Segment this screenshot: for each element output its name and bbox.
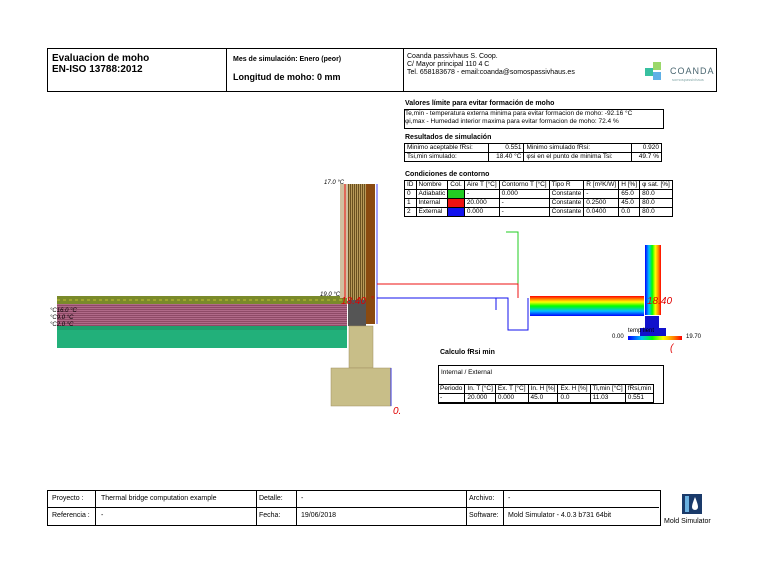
isotherm-label-16: °C16.0 °C [50,308,77,314]
isotherm-label-9: °C9.0 °C [50,315,74,321]
column-header: Periodo [438,384,466,394]
software-label: Software: [469,512,499,519]
column-header: fRsi,min [624,384,655,394]
footer-col-divider-5 [503,490,504,525]
footer-col-divider-2 [256,490,257,525]
archive-value: - [508,495,511,502]
isotherm-label-2: °C2.0 °C [50,322,74,328]
c-label: ( [670,343,674,354]
date-label: Fecha: [259,512,281,519]
zero-label: 0. [393,406,402,417]
table-cell: 0.0 [557,393,591,403]
date-value: 19/06/2018 [301,512,337,519]
table-cell: - [438,393,466,403]
calc-title: Calculo fRsi min [440,349,495,356]
foundation-column [348,325,374,369]
reference-value: - [101,512,104,519]
table-cell: 0.551 [624,393,655,403]
column-header: Ti,min [°C] [589,384,626,394]
reference-label: Referencia : [52,512,90,519]
project-value: Thermal bridge computation example [101,495,217,502]
project-label: Proyecto : [52,495,84,502]
legend-min-value: 0.00 [612,334,624,340]
table-cell: 20.000 [464,393,496,403]
legend-caption: temp lient [628,328,655,334]
foundation-footing [330,367,392,407]
table-cell: 11.03 [589,393,626,403]
footer-col-divider-1 [95,490,96,525]
footer-col-divider-3 [296,490,297,525]
min-temperature-left: 18.40 [341,296,367,307]
software-value: Mold Simulator - 4.0.3 b731 64bit [508,512,612,519]
table-cell: 45.0 [527,393,559,403]
isotherm-label-19: 19.0 °C [320,292,341,298]
detail-value: - [301,495,304,502]
footer-row-divider [47,507,659,508]
table-header-row: Periodo In. T [°C] Ex. T [°C] In. H [%] … [438,384,655,394]
mold-simulator-logo-icon [682,494,702,514]
isotherm-label-17: 17.0 °C [324,180,345,186]
heatmap-legend-bar [628,336,682,340]
footer-col-divider-4 [466,490,467,525]
floor-slab [57,304,347,326]
detail-label: Detalle: [259,495,283,502]
legend-max-value: 19.70 [686,334,702,340]
archive-label: Archivo: [469,495,495,502]
wall-inner-layer [340,184,348,298]
heatmap-horizontal [530,296,644,316]
column-header: In. T [°C] [464,384,496,394]
heatmap-foundation [645,316,659,328]
column-header: Ex. H [%] [557,384,591,394]
calc-case: Internal / External [441,369,492,376]
external-boundary-schematic [377,297,529,331]
table-row: - 20.000 0.000 45.0 0.0 11.03 0.551 [438,393,655,403]
adiabatic-boundary-line [506,231,519,290]
min-temp-marker: ° [371,295,375,304]
app-name: Mold Simulator [664,518,711,525]
floor-insulation-2 [57,326,347,330]
table-cell: 0.000 [494,393,529,403]
column-header: Ex. T [°C] [494,384,529,394]
calc-table: Periodo In. T [°C] Ex. T [°C] In. H [%] … [438,384,655,403]
column-header: In. H [%] [527,384,559,394]
internal-boundary-schematic [377,283,519,298]
min-temperature-right: 18.40 [647,296,673,307]
